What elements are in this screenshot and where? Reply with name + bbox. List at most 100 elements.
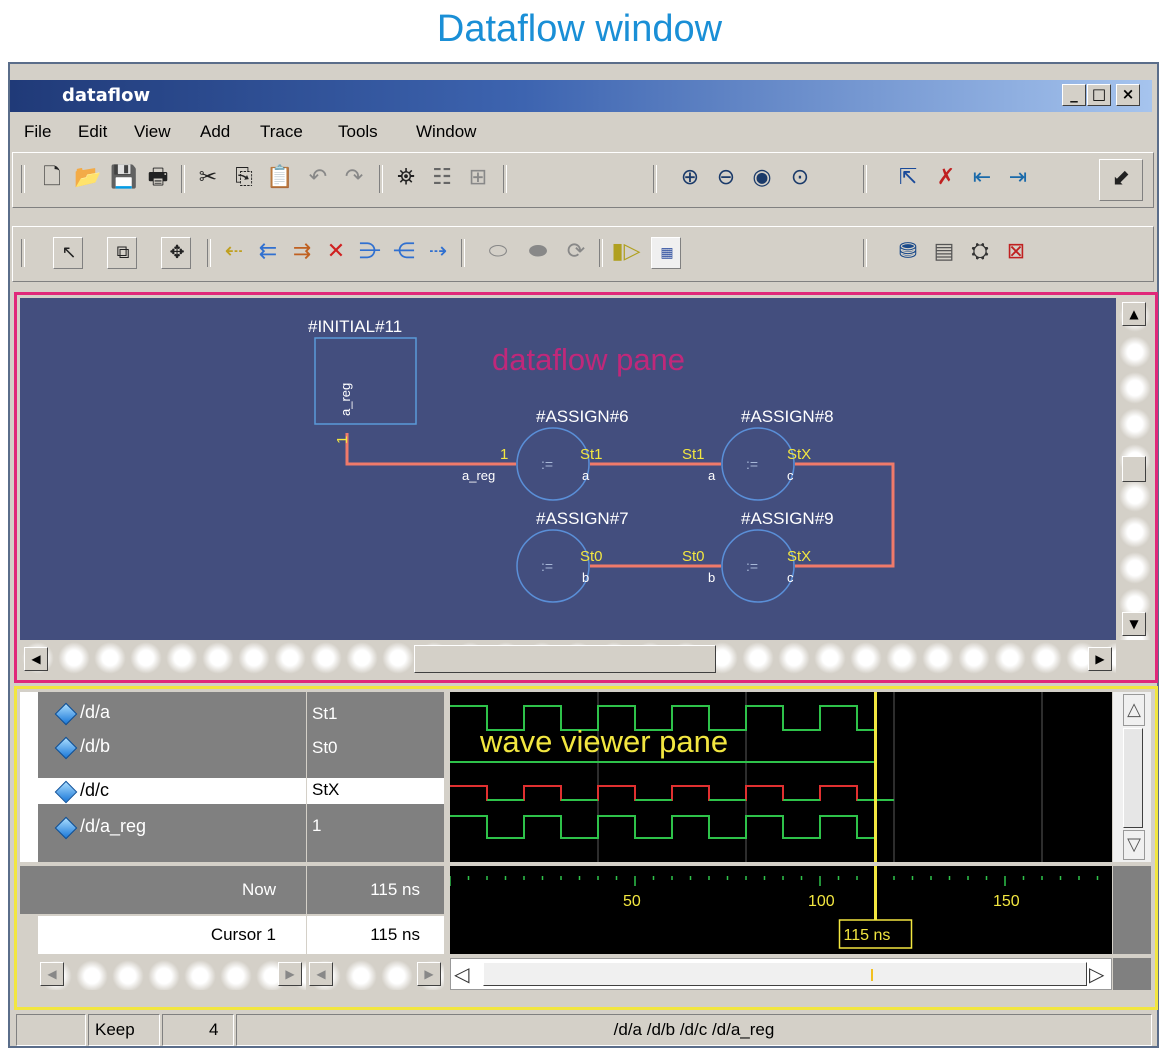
find-icon[interactable]: ⛯ [391,163,421,193]
print-icon[interactable]: 🖶 [143,163,173,193]
signal-name-a-reg[interactable]: /d/a_reg [80,816,146,837]
minimize-button[interactable]: _ [1062,84,1086,106]
unhilite-icon[interactable]: ⬬ [523,237,553,267]
scroll-up-icon[interactable]: △ [1123,694,1145,726]
assign-8-in-value: St1 [682,446,705,463]
dataflow-canvas[interactable]: #INITIAL#11 a_reg 1 := := := := #ASSIGN#… [20,298,1116,640]
names-hscroll[interactable]: ◀ ▶ [38,958,306,990]
wave-vscroll-thumb[interactable] [1123,728,1143,828]
assign-9-out-value: StX [787,548,811,565]
close-button[interactable]: × [1116,84,1140,106]
wave-vscroll[interactable]: △ ▽ [1113,692,1151,862]
maximize-button[interactable]: □ [1087,84,1111,106]
pan-mode-button[interactable]: ✥ [161,237,191,269]
trace-x-icon[interactable]: ⇉ [287,237,317,267]
menu-edit[interactable]: Edit [78,122,107,142]
wave-hscroll-thumb[interactable] [483,962,1087,986]
delete-trace-icon[interactable]: ✗ [931,163,961,193]
zoom-full-icon[interactable]: ◉ [747,163,777,193]
initial-block[interactable] [314,337,417,425]
hilite-icon[interactable]: ⬭ [483,237,513,267]
signal-value-a-reg: 1 [312,816,322,835]
trace-set-icon[interactable]: ⇇ [253,237,283,267]
clear-icon[interactable]: ⊠ [1001,237,1031,267]
scroll-down-icon[interactable]: ▽ [1123,830,1145,860]
dataflow-hscroll-thumb[interactable] [414,645,716,673]
scroll-left-icon[interactable]: ◀ [24,647,48,671]
trace-up-icon[interactable]: ⋲ [389,237,419,267]
signal-name-column: /d/a /d/b /d/c /d/a_reg [20,692,306,862]
save-icon[interactable]: 💾 [109,163,139,193]
minimize-icon: _ [1070,85,1078,103]
new-file-icon[interactable]: 🗋 [37,163,67,193]
zoom-mode-button[interactable]: ⧉ [107,237,137,269]
paste-icon[interactable]: 📋 [265,163,295,193]
cut-icon[interactable]: ✂ [193,163,223,193]
stop-icon[interactable]: ▤ [929,237,959,267]
scroll-right-icon[interactable]: ▶ [1088,647,1112,671]
menu-window[interactable]: Window [416,122,476,142]
trace-down-icon[interactable]: ⇢ [423,237,453,267]
scroll-left-icon[interactable]: ◁ [454,961,478,987]
signal-name-a[interactable]: /d/a [80,702,110,723]
select-mode-button[interactable]: ↖ [53,237,83,269]
dock-button[interactable]: ⬋ [1099,159,1143,201]
scroll-right-icon[interactable]: ▶ [278,962,302,986]
step-icon[interactable]: ▮▷ [611,237,641,267]
scroll-right-icon[interactable]: ▶ [417,962,441,986]
scroll-left-icon[interactable]: ◀ [40,962,64,986]
scroll-up-icon[interactable]: ▲ [1122,302,1146,326]
values-hscroll[interactable]: ◀ ▶ [307,958,444,990]
select-trace-icon[interactable]: ⇱ [893,163,923,193]
cursor-badge-text: 115 ns [844,927,891,944]
collapse-icon[interactable]: ☷ [427,163,457,193]
title-bar[interactable]: dataflow _ □ × [10,80,1152,112]
scroll-left-icon[interactable]: ◀ [309,962,333,986]
menu-view[interactable]: View [134,122,171,142]
menu-file[interactable]: File [24,122,51,142]
expand-icon[interactable]: ⊞ [463,163,493,193]
zoom-in-icon[interactable]: ⊕ [675,163,705,193]
trace-back-icon[interactable]: ⇤ [967,163,997,193]
wave-hscroll[interactable]: ◁ ▷ [450,958,1112,990]
show-wave-button[interactable]: ▦ [651,237,681,269]
copy-icon[interactable]: ⎘ [229,163,259,193]
region-icon[interactable]: ⟳ [561,237,591,267]
time-tick-label: 150 [993,893,1020,910]
menu-trace[interactable]: Trace [260,122,303,142]
redo-icon[interactable]: ↷ [339,163,369,193]
time-tick-label: 50 [623,893,641,910]
zoom-mode-icon: ⧉ [116,242,130,263]
assign-9-op: := [746,558,758,574]
scroll-down-icon[interactable]: ▼ [1122,612,1146,636]
signal-name-b[interactable]: /d/b [80,736,110,757]
status-keep-label: Keep [88,1014,160,1046]
trace-forward-icon[interactable]: ⇥ [1003,163,1033,193]
wave-display[interactable]: wave viewer pane [450,692,1112,862]
zoom-out-icon[interactable]: ⊖ [711,163,741,193]
page-caption: Dataflow window [436,8,723,50]
menu-add[interactable]: Add [200,122,230,142]
select-all-icon[interactable]: ⛭ [965,237,995,267]
open-folder-icon[interactable]: 📂 [73,163,103,193]
signal-value-column: St1 St0 StX 1 [307,692,444,862]
zoom-area-icon[interactable]: ⊙ [785,163,815,193]
scroll-right-icon[interactable]: ▷ [1089,961,1111,987]
now-label-cell: Now [20,866,306,914]
status-field-blank [16,1014,86,1046]
cursor-label-cell[interactable]: Cursor 1 [38,916,306,954]
dataflow-vscroll-thumb[interactable] [1122,456,1146,482]
close-icon: × [1121,85,1135,103]
dataflow-vscroll[interactable]: ▲ ▼ [1117,298,1151,640]
menu-tools[interactable]: Tools [338,122,378,142]
trace-expand-icon[interactable]: ⋺ [355,237,385,267]
export-icon[interactable]: ⛃ [893,237,923,267]
assign-6-out-port: a [582,468,590,483]
trace-all-icon[interactable]: ✕ [321,237,351,267]
timeline[interactable]: 50 100 150 115 ns [449,866,1112,954]
undo-icon[interactable]: ↶ [303,163,333,193]
trace-input-icon[interactable]: ⇠ [219,237,249,267]
dataflow-hscroll[interactable]: ◀ ▶ [20,640,1116,678]
cursor-label: Cursor 1 [210,925,276,944]
signal-name-c[interactable]: /d/c [80,780,109,801]
